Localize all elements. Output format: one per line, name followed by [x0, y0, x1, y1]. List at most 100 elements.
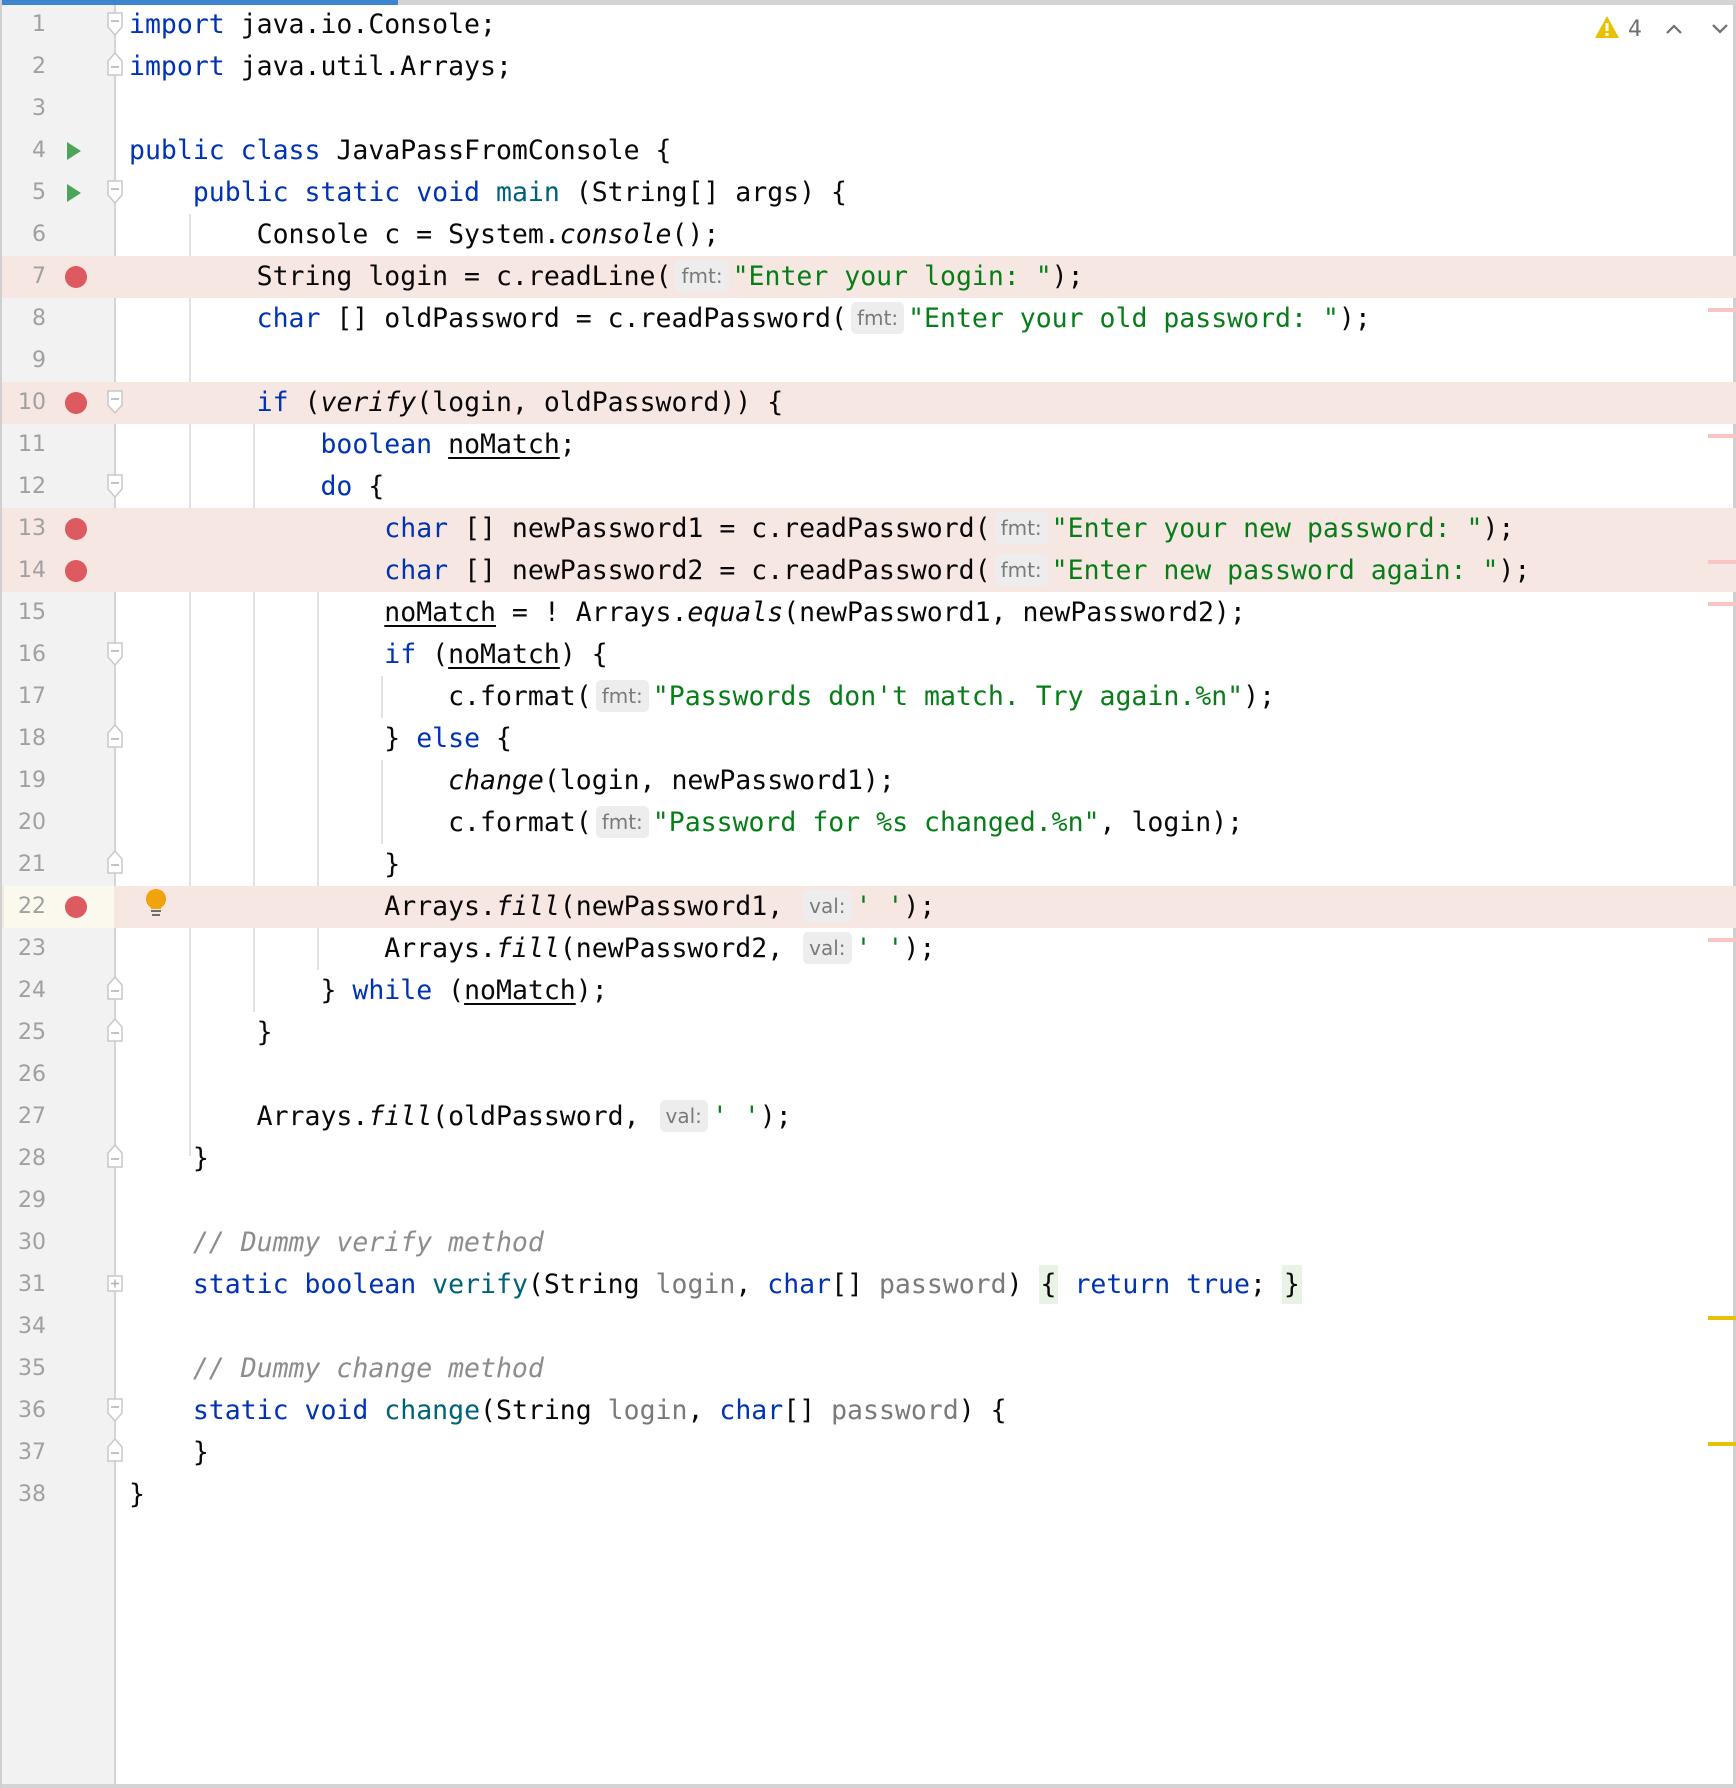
- string-literal: "Enter new password again: ": [1051, 555, 1499, 586]
- code-line[interactable]: 16 if (noMatch) {: [2, 634, 1736, 676]
- parameter-hint: fmt:: [595, 680, 649, 712]
- breakpoint-icon[interactable]: [65, 392, 87, 414]
- fold-start-icon[interactable]: [107, 1398, 123, 1423]
- code-line[interactable]: 15 noMatch = ! Arrays.equals(newPassword…: [2, 592, 1736, 634]
- keyword: char: [767, 1269, 832, 1300]
- fold-end-icon[interactable]: [107, 1142, 123, 1168]
- code-line-folded[interactable]: 31 static boolean verify(String login, c…: [2, 1264, 1736, 1306]
- next-highlight-button[interactable]: [1706, 15, 1734, 43]
- fold-end-icon[interactable]: [107, 848, 123, 874]
- code-text: c.format(: [448, 681, 592, 712]
- code-text: (String: [480, 1395, 608, 1426]
- code-text: ;: [559, 429, 576, 460]
- code-line-breakpoint[interactable]: 7 String login = c.readLine(fmt: "Enter y…: [2, 256, 1736, 298]
- code-line[interactable]: 17 c.format(fmt: "Passwords don't match. …: [2, 676, 1736, 718]
- code-line[interactable]: 11 boolean noMatch;: [2, 424, 1736, 466]
- fold-start-icon[interactable]: [107, 390, 123, 415]
- previous-highlight-button[interactable]: [1660, 15, 1688, 43]
- unfold-icon[interactable]: [107, 1275, 123, 1295]
- code-line[interactable]: 37 }: [2, 1432, 1736, 1474]
- run-icon[interactable]: [67, 184, 81, 202]
- code-line-breakpoint-current[interactable]: 22 Arrays.fill(newPassword1, val: ' ');: [2, 886, 1736, 928]
- code-line[interactable]: 18 } else {: [2, 718, 1736, 760]
- code-line[interactable]: 5 public static void main (String[] args…: [2, 172, 1736, 214]
- code-line[interactable]: 20 c.format(fmt: "Password for %s changed…: [2, 802, 1736, 844]
- warning-stripe-marker[interactable]: [1708, 1316, 1736, 1320]
- keyword: else: [416, 723, 481, 754]
- parameter-hint: fmt:: [675, 260, 729, 292]
- fold-end-icon[interactable]: [107, 1016, 123, 1042]
- code-line[interactable]: 3: [2, 88, 1736, 130]
- code-line[interactable]: 25 }: [2, 1012, 1736, 1054]
- fold-end-icon[interactable]: [107, 50, 123, 76]
- keyword: do: [320, 471, 353, 502]
- code-line[interactable]: 26: [2, 1054, 1736, 1096]
- code-text: ): [1006, 1269, 1039, 1300]
- code-text: {: [352, 471, 385, 502]
- code-line[interactable]: 6 Console c = System.console();: [2, 214, 1736, 256]
- string-literal: "Enter your new password: ": [1051, 513, 1483, 544]
- code-text: c.format(: [448, 807, 592, 838]
- code-line[interactable]: 29: [2, 1180, 1736, 1222]
- line-number: 30: [18, 1230, 46, 1255]
- unused-parameter: password: [831, 1395, 959, 1426]
- warning-triangle-icon[interactable]: [1594, 15, 1620, 43]
- code-line[interactable]: 36 static void change(String login, char…: [2, 1390, 1736, 1432]
- fold-end-icon[interactable]: [107, 722, 123, 748]
- code-text: );: [1498, 555, 1531, 586]
- static-call: verify: [320, 387, 417, 418]
- folded-open-brace[interactable]: {: [1038, 1265, 1059, 1304]
- code-line[interactable]: 38 }: [2, 1474, 1736, 1516]
- error-stripe-marker[interactable]: [1708, 308, 1736, 312]
- error-stripe-marker[interactable]: [1708, 560, 1736, 564]
- error-stripe-marker[interactable]: [1708, 938, 1736, 942]
- code-line[interactable]: 2 import java.util.Arrays;: [2, 46, 1736, 88]
- warning-stripe-marker[interactable]: [1708, 1442, 1736, 1446]
- code-line-breakpoint[interactable]: 10 if (verify(login, oldPassword)) {: [2, 382, 1736, 424]
- fold-start-icon[interactable]: [107, 642, 123, 667]
- code-text: }: [256, 1017, 273, 1048]
- code-line[interactable]: 23 Arrays.fill(newPassword2, val: ' ');: [2, 928, 1736, 970]
- breakpoint-icon[interactable]: [65, 896, 87, 918]
- code-line[interactable]: 9: [2, 340, 1736, 382]
- code-line[interactable]: 1 import java.io.Console;: [2, 4, 1736, 46]
- inspection-widget[interactable]: 4: [1594, 14, 1734, 44]
- fold-start-icon[interactable]: [107, 474, 123, 499]
- code-line[interactable]: 24 } while (noMatch);: [2, 970, 1736, 1012]
- comment: // Dummy change method: [192, 1353, 544, 1384]
- error-stripe-marker[interactable]: [1708, 602, 1736, 606]
- char-literal: ' ': [855, 891, 904, 922]
- breakpoint-icon[interactable]: [65, 560, 87, 582]
- fold-end-icon[interactable]: [107, 1436, 123, 1462]
- breakpoint-icon[interactable]: [65, 518, 87, 540]
- error-stripe-marker[interactable]: [1708, 434, 1736, 438]
- line-number: 19: [18, 768, 46, 793]
- warning-count[interactable]: 4: [1628, 17, 1642, 42]
- code-line[interactable]: 8 char [] oldPassword = c.readPassword(f…: [2, 298, 1736, 340]
- code-line[interactable]: 4 public class JavaPassFromConsole {: [2, 130, 1736, 172]
- code-line[interactable]: 21 }: [2, 844, 1736, 886]
- line-number: 22: [18, 894, 46, 919]
- code-line-breakpoint[interactable]: 14 char [] newPassword2 = c.readPassword…: [2, 550, 1736, 592]
- run-icon[interactable]: [67, 142, 81, 160]
- breakpoint-icon[interactable]: [65, 266, 87, 288]
- code-line[interactable]: 35 // Dummy change method: [2, 1348, 1736, 1390]
- string-literal: "Passwords don't match. Try again.%n": [652, 681, 1244, 712]
- code-editor[interactable]: 1 import java.io.Console; 2 import java.…: [0, 0, 1736, 1788]
- fold-start-icon[interactable]: [107, 12, 123, 37]
- line-number: 13: [18, 516, 46, 541]
- folded-close-brace[interactable]: }: [1281, 1265, 1302, 1304]
- code-line[interactable]: 34: [2, 1306, 1736, 1348]
- code-line[interactable]: 19 change(login, newPassword1);: [2, 760, 1736, 802]
- code-line[interactable]: 28 }: [2, 1138, 1736, 1180]
- fold-end-icon[interactable]: [107, 974, 123, 1000]
- line-number: 34: [18, 1314, 46, 1339]
- code-line[interactable]: 30 // Dummy verify method: [2, 1222, 1736, 1264]
- code-line[interactable]: 27 Arrays.fill(oldPassword, val: ' ');: [2, 1096, 1736, 1138]
- code-line[interactable]: 12 do {: [2, 466, 1736, 508]
- reassigned-variable: noMatch: [464, 975, 576, 1006]
- code-text: {: [480, 723, 512, 754]
- code-text: );: [903, 933, 936, 964]
- fold-start-icon[interactable]: [107, 180, 123, 205]
- code-line-breakpoint[interactable]: 13 char [] newPassword1 = c.readPassword…: [2, 508, 1736, 550]
